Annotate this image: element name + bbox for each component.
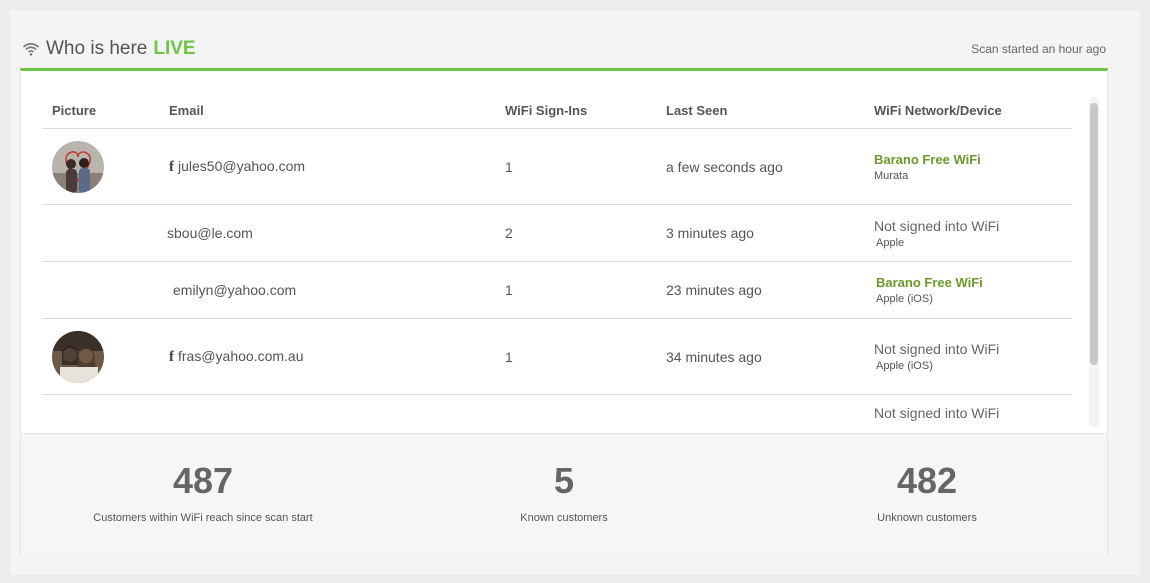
device-name: Apple (876, 236, 905, 249)
title-text: Who is here (46, 38, 148, 59)
live-badge: LIVE (153, 38, 196, 59)
table-row[interactable]: sbou@le.com 2 3 minutes ago Not signed i… (42, 204, 1072, 262)
stat-value: 482 (896, 460, 958, 501)
avatar (52, 140, 104, 193)
stat-known-customers: 5 Known customers (464, 434, 664, 524)
table-scrollbar[interactable] (1089, 97, 1099, 427)
network-name: Barano Free WiFi (874, 151, 981, 167)
email-cell: f jules50@yahoo.com (159, 128, 495, 205)
facebook-icon: f (169, 348, 174, 365)
network-cell: Not signed into WiFi Apple (iOS) (864, 318, 1072, 395)
wifi-icon (22, 42, 40, 56)
signins-cell: 2 (495, 204, 656, 262)
table-viewport: Picture Email WiFi Sign-Ins Last Seen Wi… (21, 71, 1107, 433)
stat-label: Unknown customers (877, 512, 977, 524)
last-seen-cell: 23 minutes ago (656, 261, 864, 319)
stat-unknown-customers: 482 Unknown customers (827, 434, 1027, 524)
avatar (52, 330, 104, 383)
email-cell: sbou@le.com (159, 204, 495, 262)
signins-cell: 1 (495, 318, 656, 395)
signins-cell: 1 (495, 128, 656, 205)
table-header-row: Picture Email WiFi Sign-Ins Last Seen Wi… (42, 93, 1072, 129)
column-header-network-device[interactable]: WiFi Network/Device (864, 93, 1072, 129)
stat-value: 5 (553, 460, 575, 501)
last-seen-cell (656, 394, 864, 433)
last-seen-cell: a few seconds ago (656, 128, 864, 205)
email-text[interactable]: sbou@le.com (163, 225, 253, 241)
stat-label: Customers within WiFi reach since scan s… (93, 512, 313, 524)
email-cell: f fras@yahoo.com.au (159, 318, 495, 395)
signins-cell (495, 394, 656, 433)
network-cell: Barano Free WiFi Murata (864, 128, 1072, 205)
table-row[interactable]: f jules50@yahoo.com 1 a few seconds ago B… (42, 128, 1072, 205)
device-name: Apple (iOS) (876, 293, 933, 305)
email-text[interactable]: jules50@yahoo.com (178, 158, 305, 174)
picture-cell (42, 318, 159, 395)
column-header-wifi-signins[interactable]: WiFi Sign-Ins (495, 93, 656, 129)
widget-header: Who is here LIVE Scan started an hour ag… (22, 32, 1108, 66)
table-row[interactable]: Not signed into WiFi (42, 394, 1072, 433)
table-row[interactable]: emilyn@yahoo.com 1 23 minutes ago Barano… (42, 261, 1072, 319)
column-header-last-seen[interactable]: Last Seen (656, 93, 864, 129)
network-name: Not signed into WiFi (874, 341, 1000, 357)
network-cell: Barano Free WiFi Apple (iOS) (864, 261, 1072, 319)
last-seen-cell: 34 minutes ago (656, 318, 864, 395)
last-seen-cell: 3 minutes ago (656, 204, 864, 262)
visitors-table: Picture Email WiFi Sign-Ins Last Seen Wi… (42, 93, 1072, 433)
stat-value: 487 (172, 460, 234, 501)
stats-bar: 487 Customers within WiFi reach since sc… (21, 433, 1107, 557)
widget-title: Who is here LIVE (22, 38, 196, 60)
scrollbar-thumb[interactable] (1090, 103, 1098, 365)
email-text[interactable]: emilyn@yahoo.com (169, 282, 296, 298)
email-cell: emilyn@yahoo.com (159, 261, 495, 319)
network-cell: Not signed into WiFi (864, 394, 1072, 433)
network-name: Barano Free WiFi (876, 275, 983, 290)
network-name: Not signed into WiFi (874, 217, 1000, 234)
visitors-panel: Picture Email WiFi Sign-Ins Last Seen Wi… (20, 68, 1108, 557)
column-header-picture[interactable]: Picture (42, 93, 159, 129)
picture-cell (42, 204, 159, 262)
stat-label: Known customers (520, 512, 608, 524)
email-text[interactable]: fras@yahoo.com.au (178, 348, 304, 364)
picture-cell (42, 128, 159, 205)
picture-cell (42, 394, 159, 433)
stat-total-customers: 487 Customers within WiFi reach since sc… (83, 434, 323, 524)
email-cell (159, 394, 495, 433)
facebook-icon: f (169, 158, 174, 175)
column-header-email[interactable]: Email (159, 93, 495, 129)
device-name: Apple (iOS) (876, 360, 933, 372)
picture-cell (42, 261, 159, 319)
table-row[interactable]: f fras@yahoo.com.au 1 34 minutes ago Not … (42, 318, 1072, 395)
scan-status: Scan started an hour ago (971, 42, 1106, 56)
signins-cell: 1 (495, 261, 656, 319)
device-name: Murata (874, 169, 909, 182)
network-name: Not signed into WiFi (874, 405, 1000, 421)
network-cell: Not signed into WiFi Apple (864, 204, 1072, 262)
